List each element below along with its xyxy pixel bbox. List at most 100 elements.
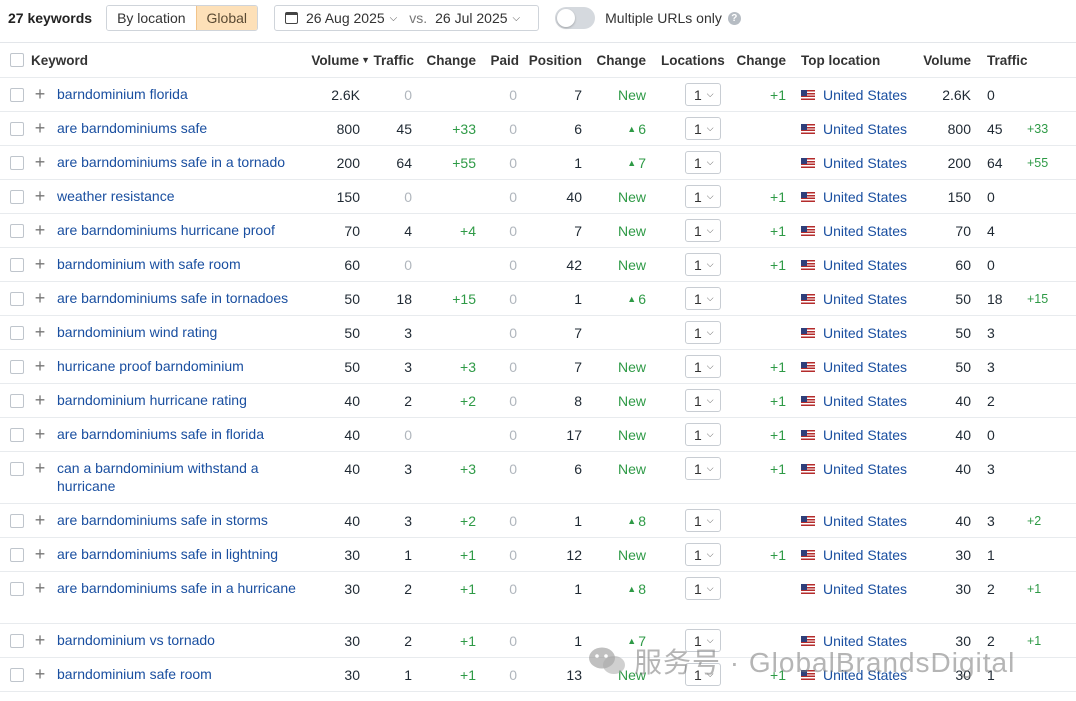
top-location-link[interactable]: United States	[823, 316, 907, 350]
add-keyword-icon[interactable]: +	[33, 630, 47, 650]
row-checkbox[interactable]	[10, 224, 24, 238]
keyword-link[interactable]: barndominium vs tornado	[57, 632, 307, 650]
multiple-urls-toggle[interactable]	[555, 7, 596, 29]
top-location-link[interactable]: United States	[823, 214, 907, 248]
top-location-link[interactable]: United States	[823, 452, 907, 486]
locations-select[interactable]: 1 ⌵	[685, 83, 721, 106]
row-checkbox[interactable]	[10, 668, 24, 682]
header-paid[interactable]: Paid	[485, 43, 519, 77]
row-checkbox[interactable]	[10, 462, 24, 476]
keyword-link[interactable]: are barndominiums safe in tornadoes	[57, 290, 307, 308]
locations-select[interactable]: 1 ⌵	[685, 287, 721, 310]
keyword-link[interactable]: are barndominiums safe in lightning	[57, 546, 307, 564]
row-checkbox[interactable]	[10, 360, 24, 374]
top-location-link[interactable]: United States	[823, 350, 907, 384]
header-locations[interactable]: Locations	[661, 43, 725, 77]
row-checkbox[interactable]	[10, 326, 24, 340]
top-location-link[interactable]: United States	[823, 384, 907, 418]
top-location-link[interactable]: United States	[823, 180, 907, 214]
locations-select[interactable]: 1 ⌵	[685, 629, 721, 652]
locations-select[interactable]: 1 ⌵	[685, 117, 721, 140]
add-keyword-icon[interactable]: +	[33, 152, 47, 172]
row-checkbox[interactable]	[10, 156, 24, 170]
row-checkbox[interactable]	[10, 548, 24, 562]
row-checkbox[interactable]	[10, 634, 24, 648]
row-checkbox[interactable]	[10, 258, 24, 272]
header-locations-change[interactable]: Change	[730, 43, 786, 77]
top-location-link[interactable]: United States	[823, 624, 907, 658]
row-checkbox[interactable]	[10, 88, 24, 102]
top-location-link[interactable]: United States	[823, 538, 907, 572]
help-icon[interactable]: ?	[727, 11, 741, 25]
add-keyword-icon[interactable]: +	[33, 186, 47, 206]
keyword-link[interactable]: barndominium with safe room	[57, 256, 307, 274]
add-keyword-icon[interactable]: +	[33, 220, 47, 240]
add-keyword-icon[interactable]: +	[33, 288, 47, 308]
header-top-location-volume[interactable]: Volume	[915, 43, 971, 77]
keyword-link[interactable]: can a barndominium withstand a hurricane	[57, 460, 307, 495]
by-location-button[interactable]: By location	[107, 6, 196, 30]
add-keyword-icon[interactable]: +	[33, 322, 47, 342]
locations-select[interactable]: 1 ⌵	[685, 355, 721, 378]
locations-select[interactable]: 1 ⌵	[685, 509, 721, 532]
keyword-link[interactable]: are barndominiums safe in storms	[57, 512, 307, 530]
header-traffic[interactable]: Traffic	[370, 43, 414, 77]
add-keyword-icon[interactable]: +	[33, 544, 47, 564]
keyword-link[interactable]: are barndominiums safe in florida	[57, 426, 307, 444]
select-all-checkbox[interactable]	[10, 53, 24, 67]
keyword-link[interactable]: are barndominiums safe in a hurricane	[57, 580, 307, 598]
keyword-link[interactable]: barndominium hurricane rating	[57, 392, 307, 410]
header-keyword[interactable]: Keyword	[31, 43, 88, 77]
add-keyword-icon[interactable]: +	[33, 424, 47, 444]
locations-select[interactable]: 1 ⌵	[685, 185, 721, 208]
top-location-link[interactable]: United States	[823, 282, 907, 316]
keyword-link[interactable]: are barndominiums safe	[57, 120, 307, 138]
keyword-link[interactable]: barndominium wind rating	[57, 324, 307, 342]
date-range-picker[interactable]: 26 Aug 2025 ⌵ vs. 26 Jul 2025 ⌵	[274, 5, 540, 31]
add-keyword-icon[interactable]: +	[33, 510, 47, 530]
top-location-link[interactable]: United States	[823, 146, 907, 180]
add-keyword-icon[interactable]: +	[33, 664, 47, 684]
header-top-location[interactable]: Top location	[801, 43, 880, 77]
top-location-link[interactable]: United States	[823, 248, 907, 282]
header-position-change[interactable]: Change	[590, 43, 646, 77]
add-keyword-icon[interactable]: +	[33, 578, 47, 598]
locations-select[interactable]: 1 ⌵	[685, 543, 721, 566]
keyword-link[interactable]: weather resistance	[57, 188, 307, 206]
add-keyword-icon[interactable]: +	[33, 458, 47, 478]
keyword-link[interactable]: are barndominiums safe in a tornado	[57, 154, 307, 172]
add-keyword-icon[interactable]: +	[33, 254, 47, 274]
top-location-link[interactable]: United States	[823, 658, 907, 692]
locations-select[interactable]: 1 ⌵	[685, 577, 721, 600]
top-location-link[interactable]: United States	[823, 418, 907, 452]
locations-select[interactable]: 1 ⌵	[685, 457, 721, 480]
locations-select[interactable]: 1 ⌵	[685, 321, 721, 344]
header-volume[interactable]: Volume ▼	[300, 43, 370, 77]
locations-select[interactable]: 1 ⌵	[685, 253, 721, 276]
row-checkbox[interactable]	[10, 190, 24, 204]
top-location-link[interactable]: United States	[823, 572, 907, 606]
header-position[interactable]: Position	[525, 43, 582, 77]
row-checkbox[interactable]	[10, 514, 24, 528]
keyword-link[interactable]: barndominium florida	[57, 86, 307, 104]
add-keyword-icon[interactable]: +	[33, 356, 47, 376]
top-location-link[interactable]: United States	[823, 78, 907, 112]
row-checkbox[interactable]	[10, 428, 24, 442]
header-change[interactable]: Change	[420, 43, 476, 77]
locations-select[interactable]: 1 ⌵	[685, 663, 721, 686]
row-checkbox[interactable]	[10, 582, 24, 596]
keyword-link[interactable]: barndominium safe room	[57, 666, 307, 684]
top-location-link[interactable]: United States	[823, 504, 907, 538]
add-keyword-icon[interactable]: +	[33, 118, 47, 138]
top-location-link[interactable]: United States	[823, 112, 907, 146]
add-keyword-icon[interactable]: +	[33, 84, 47, 104]
keyword-link[interactable]: are barndominiums hurricane proof	[57, 222, 307, 240]
locations-select[interactable]: 1 ⌵	[685, 423, 721, 446]
keyword-link[interactable]: hurricane proof barndominium	[57, 358, 307, 376]
row-checkbox[interactable]	[10, 122, 24, 136]
row-checkbox[interactable]	[10, 292, 24, 306]
header-top-location-traffic[interactable]: Traffic	[987, 43, 1028, 77]
global-button[interactable]: Global	[195, 6, 258, 30]
add-keyword-icon[interactable]: +	[33, 390, 47, 410]
locations-select[interactable]: 1 ⌵	[685, 151, 721, 174]
